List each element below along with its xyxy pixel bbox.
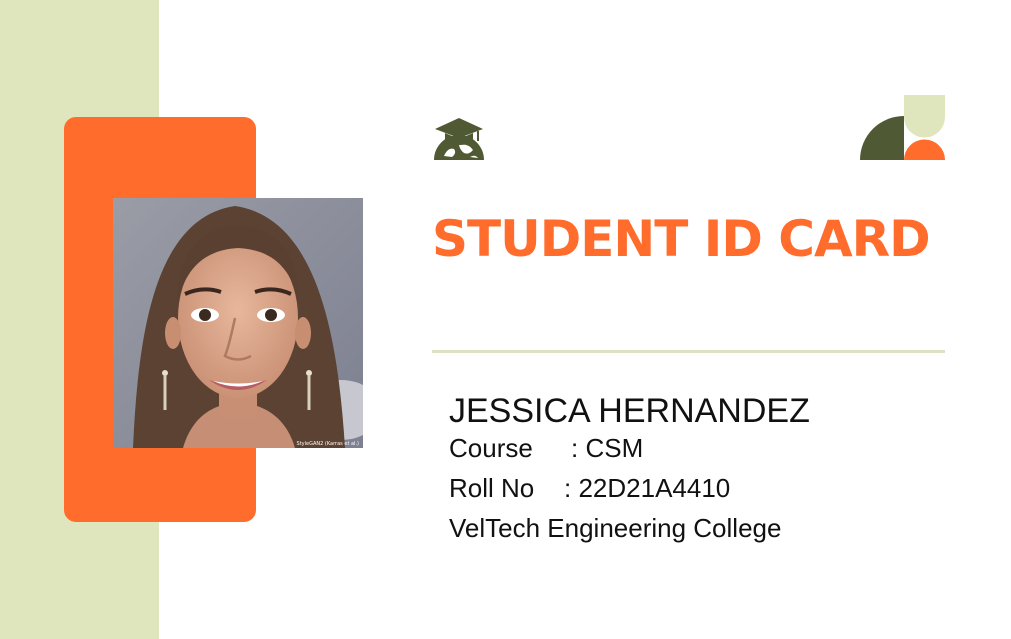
course-row: Course : CSM — [449, 433, 643, 463]
geometric-shapes-icon — [860, 95, 946, 161]
course-value: : CSM — [571, 433, 644, 463]
college-name: VelTech Engineering College — [449, 513, 782, 543]
photo-credit: StyleGAN2 (Karras et al.) — [297, 441, 360, 447]
roll-value: : 22D21A4410 — [564, 473, 731, 503]
graduation-cap-icon — [432, 117, 486, 161]
roll-row: Roll No : 22D21A4410 — [449, 473, 730, 503]
divider — [432, 350, 945, 353]
card-title: STUDENT ID CARD — [432, 210, 931, 268]
student-photo: StyleGAN2 (Karras et al.) — [113, 198, 363, 448]
course-label: Course — [449, 433, 533, 463]
roll-label: Roll No — [449, 473, 535, 503]
student-name: JESSICA HERNANDEZ — [449, 392, 810, 430]
